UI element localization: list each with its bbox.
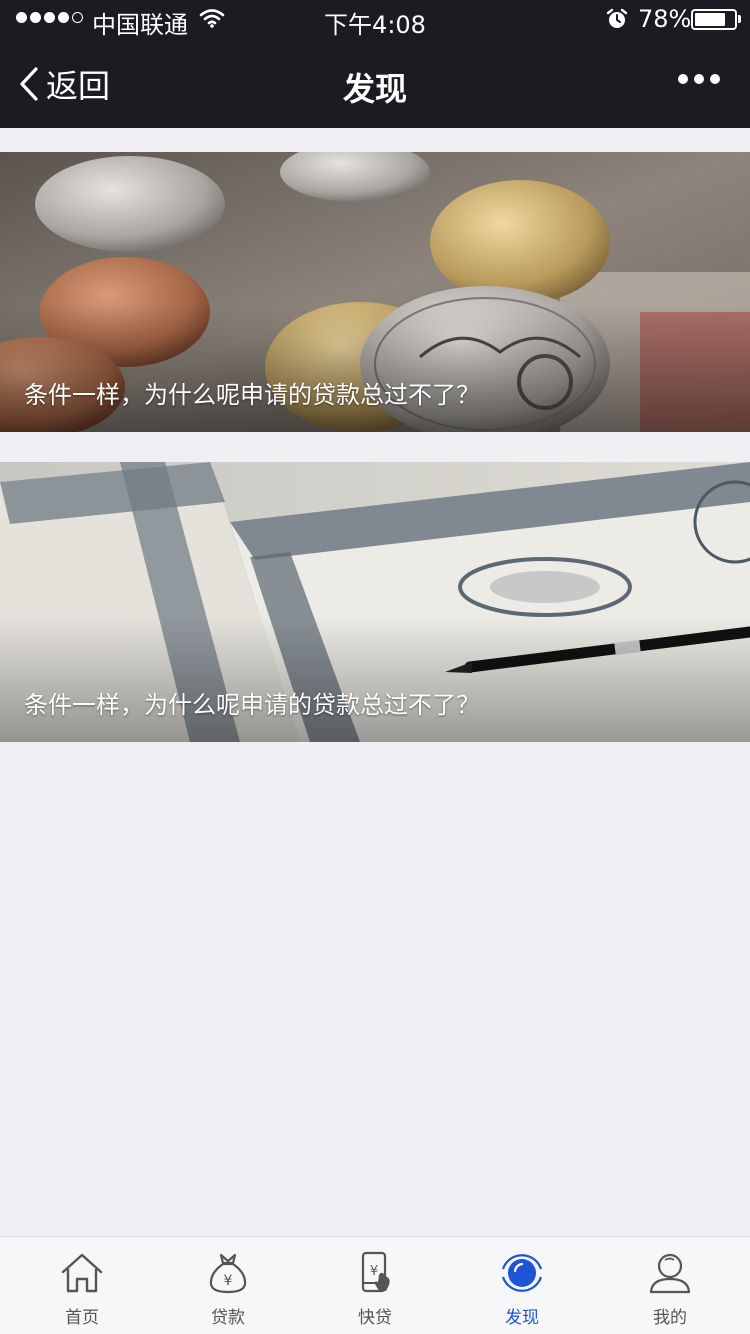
tab-label: 快贷 xyxy=(358,1308,392,1328)
more-dot-icon xyxy=(678,74,688,84)
article-title: 条件一样，为什么呢申请的贷款总过不了？ xyxy=(24,381,480,409)
top-bar: 中国联通 下午4:08 78% 返回 发现 xyxy=(0,0,750,128)
tab-label: 首页 xyxy=(65,1308,99,1328)
battery-cap xyxy=(738,15,741,23)
tab-quick-loan[interactable]: ¥ 快贷 xyxy=(315,1237,435,1334)
back-button[interactable]: 返回 xyxy=(18,62,110,106)
svg-text:¥: ¥ xyxy=(224,1273,233,1289)
tab-label: 我的 xyxy=(653,1308,687,1328)
money-bag-icon: ¥ xyxy=(209,1253,247,1294)
discover-icon xyxy=(501,1254,543,1292)
more-options-button[interactable] xyxy=(678,74,720,84)
svg-text:¥: ¥ xyxy=(370,1264,378,1279)
more-dot-icon xyxy=(710,74,720,84)
battery-level-fill xyxy=(695,13,725,26)
back-label: 返回 xyxy=(46,67,111,105)
battery-icon xyxy=(691,9,737,30)
tab-home[interactable]: 首页 xyxy=(22,1237,142,1334)
tab-label: 贷款 xyxy=(211,1308,245,1328)
bottom-tab-bar: 首页 ¥ 贷款 ¥ 快贷 发现 我的 xyxy=(0,1236,750,1334)
battery-percent: 78% xyxy=(638,5,692,33)
more-dot-icon xyxy=(694,74,704,84)
article-title: 条件一样，为什么呢申请的贷款总过不了？ xyxy=(24,691,480,719)
status-bar: 中国联通 下午4:08 78% xyxy=(0,0,750,40)
phone-yen-icon: ¥ xyxy=(361,1251,390,1293)
article-card[interactable]: 条件一样，为什么呢申请的贷款总过不了？ xyxy=(0,462,750,742)
chevron-left-icon xyxy=(20,67,38,101)
discover-screen: 中国联通 下午4:08 78% 返回 发现 条件一样，为什么呢申请的贷款总过不了… xyxy=(0,0,750,1334)
home-icon xyxy=(61,1253,103,1293)
tab-label: 发现 xyxy=(505,1308,539,1328)
profile-icon xyxy=(649,1253,691,1294)
tab-me[interactable]: 我的 xyxy=(610,1237,730,1334)
article-card[interactable]: 条件一样，为什么呢申请的贷款总过不了？ xyxy=(0,152,750,432)
page-title: 发现 xyxy=(342,70,407,108)
tab-discover[interactable]: 发现 xyxy=(462,1237,582,1334)
tab-loan[interactable]: ¥ 贷款 xyxy=(168,1237,288,1334)
alarm-icon xyxy=(606,8,628,36)
